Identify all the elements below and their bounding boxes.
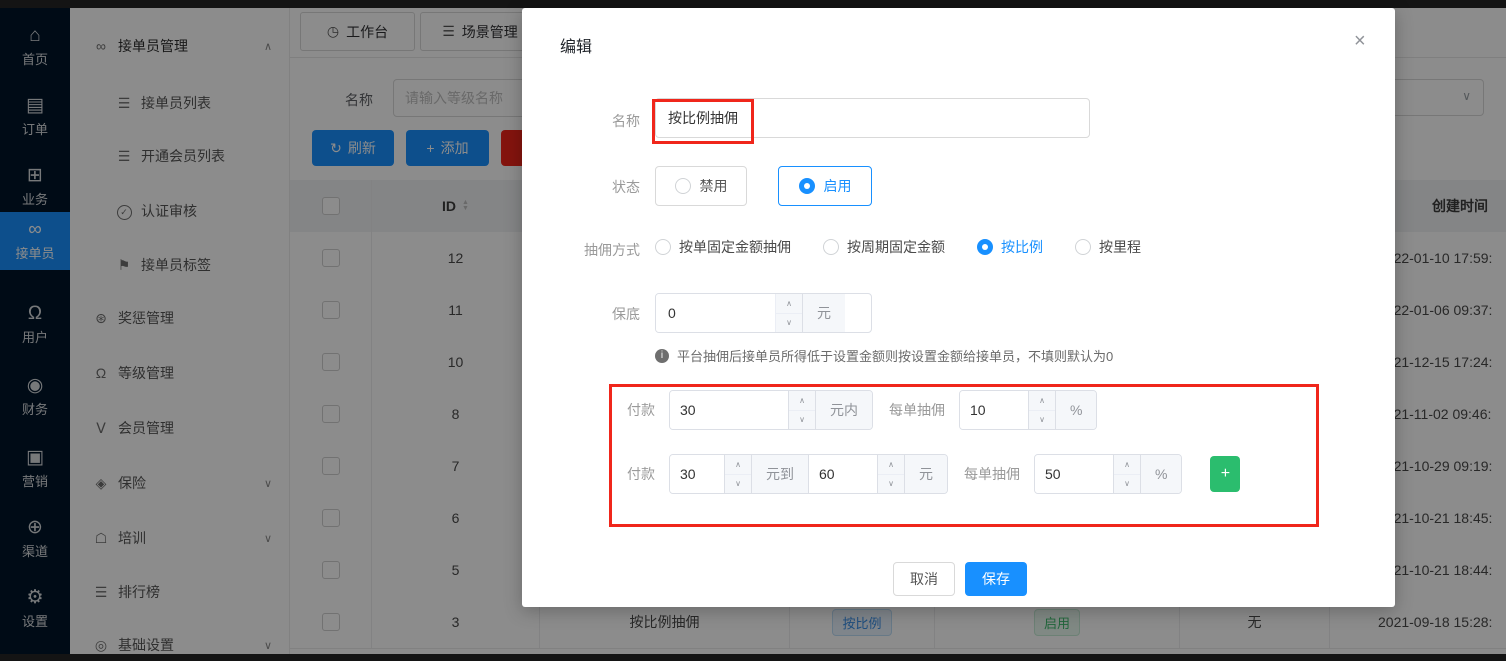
number-spinner[interactable]: ∧∨ (1113, 455, 1140, 493)
method-option-fixed-per-period[interactable]: 按周期固定金额 (823, 237, 945, 257)
tier2-rate-group: ∧∨ % (1034, 454, 1182, 494)
floor-input-group: ∧ ∨ 元 (655, 293, 872, 333)
modal-title: 编辑 (560, 33, 592, 57)
tier1-rate-group: ∧∨ % (959, 390, 1097, 430)
tier2-range-group: ∧∨ 元到 ∧∨ 元 (669, 454, 948, 494)
floor-hint: i 平台抽佣后接单员所得低于设置金额则按设置金额给接单员，不填则默认为0 (655, 346, 1113, 365)
method-label: 抽佣方式 (522, 240, 640, 260)
number-spinner[interactable]: ∧∨ (788, 391, 815, 429)
spin-down-icon: ∨ (776, 314, 802, 333)
name-label: 名称 (522, 111, 640, 131)
method-option-fixed-per-order[interactable]: 按单固定金额抽佣 (655, 237, 791, 257)
tier-row-2: 付款 ∧∨ 元到 ∧∨ 元 每单抽佣 ∧∨ % + (627, 455, 1240, 493)
method-radio-group: 按单固定金额抽佣 按周期固定金额 按比例 按里程 (655, 237, 1173, 257)
radio-icon (823, 239, 839, 255)
status-option-disabled[interactable]: 禁用 (655, 166, 747, 206)
tier2-from-input[interactable] (670, 455, 724, 493)
spin-up-icon: ∧ (776, 294, 802, 314)
number-spinner[interactable]: ∧∨ (877, 455, 904, 493)
pay-label: 付款 (627, 464, 655, 484)
tier2-rate-input[interactable] (1035, 455, 1113, 493)
rate-label: 每单抽佣 (964, 464, 1020, 484)
status-option-enabled[interactable]: 启用 (778, 166, 872, 206)
tier2-to-input[interactable] (808, 455, 877, 493)
edit-modal: 编辑 × 名称 状态 禁用 启用 抽佣方式 按单固定金额抽佣 按周期固定金额 (522, 8, 1395, 607)
number-spinner[interactable]: ∧∨ (724, 455, 751, 493)
cancel-button[interactable]: 取消 (893, 562, 955, 596)
floor-label: 保底 (522, 304, 640, 324)
radio-checked-icon (799, 178, 815, 194)
save-button[interactable]: 保存 (965, 562, 1027, 596)
close-icon[interactable]: × (1354, 30, 1366, 53)
tier-row-1: 付款 ∧∨ 元内 每单抽佣 ∧∨ % (627, 391, 1097, 429)
rate-label: 每单抽佣 (889, 400, 945, 420)
radio-icon (655, 239, 671, 255)
status-label: 状态 (522, 177, 640, 197)
method-option-by-ratio[interactable]: 按比例 (977, 237, 1043, 257)
tier1-amount-input[interactable] (670, 391, 788, 429)
add-tier-button[interactable]: + (1210, 456, 1240, 492)
app-window: ⌂ 首页 ▤ 订单 ⊞ 业务 ∞ 接单员 Ω 用户 ◉ 财务 ▣ 营销 ⊕ 渠道 (0, 0, 1506, 661)
floor-input[interactable] (656, 294, 775, 332)
info-icon: i (655, 349, 669, 363)
unit-to-suffix: 元到 (751, 455, 808, 493)
method-option-by-mileage[interactable]: 按里程 (1075, 237, 1141, 257)
unit-suffix: 元内 (815, 391, 872, 429)
tier1-rate-input[interactable] (960, 391, 1028, 429)
unit-suffix: 元 (904, 455, 947, 493)
tier1-amount-group: ∧∨ 元内 (669, 390, 873, 430)
radio-icon (675, 178, 691, 194)
unit-suffix: 元 (802, 294, 845, 332)
name-input[interactable] (655, 98, 1090, 138)
radio-checked-icon (977, 239, 993, 255)
number-spinner[interactable]: ∧ ∨ (775, 294, 802, 332)
number-spinner[interactable]: ∧∨ (1028, 391, 1055, 429)
percent-suffix: % (1055, 391, 1096, 429)
pay-label: 付款 (627, 400, 655, 420)
radio-icon (1075, 239, 1091, 255)
percent-suffix: % (1140, 455, 1181, 493)
